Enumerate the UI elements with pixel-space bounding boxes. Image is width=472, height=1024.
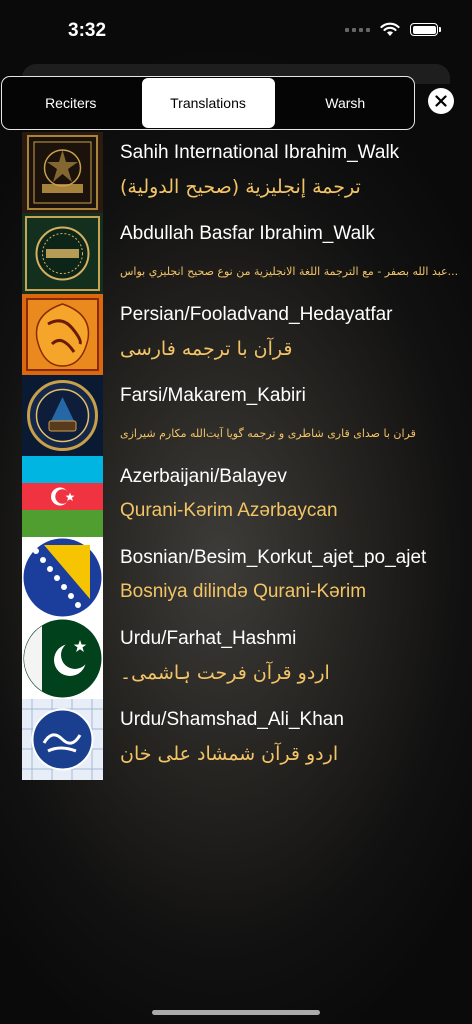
tarjuma-quran-thumbnail bbox=[22, 699, 103, 780]
item-title: Urdu/Shamshad_Ali_Khan bbox=[120, 709, 344, 730]
item-title: Sahih International Ibrahim_Walk bbox=[120, 142, 400, 163]
item-title: Persian/Fooladvand_Hedayatfar bbox=[120, 304, 393, 325]
quran-cover-thumbnail bbox=[22, 132, 103, 213]
item-title: Farsi/Makarem_Kabiri bbox=[120, 385, 306, 406]
tab-warsh[interactable]: Warsh bbox=[277, 77, 415, 129]
list-item[interactable]: Azerbaijani/Balayev Qurani-Kərim Azərbay… bbox=[22, 456, 472, 537]
list-item[interactable]: Persian/Fooladvand_Hedayatfar قرآن با تر… bbox=[22, 294, 472, 375]
item-subtitle: Qurani-Kərim Azərbaycan bbox=[120, 500, 338, 521]
close-icon bbox=[435, 95, 447, 107]
translations-list: Sahih International Ibrahim_Walk ترجمة إ… bbox=[22, 132, 472, 780]
home-indicator bbox=[152, 1010, 320, 1015]
list-item[interactable]: Farsi/Makarem_Kabiri قران با صدای قاری ش… bbox=[22, 375, 472, 456]
item-subtitle: ترجمة إنجليزية (صحيح الدولية) bbox=[120, 176, 361, 198]
wifi-icon bbox=[380, 22, 400, 36]
status-icons bbox=[345, 22, 441, 37]
item-subtitle: اردو قرآن شمشاد علی خان bbox=[120, 743, 339, 765]
item-title: Azerbaijani/Balayev bbox=[120, 466, 287, 487]
item-title: Urdu/Farhat_Hashmi bbox=[120, 628, 297, 649]
bosnia-flag-thumbnail bbox=[22, 537, 103, 618]
item-subtitle: قران با صدای قاری شاطری و ترجمه گویا آیت… bbox=[120, 427, 416, 440]
noble-quran-thumbnail bbox=[22, 213, 103, 294]
tab-segmented-control: Reciters Translations Warsh bbox=[1, 76, 415, 130]
pakistan-flag-thumbnail bbox=[22, 618, 103, 699]
item-title: Bosnian/Besim_Korkut_ajet_po_ajet bbox=[120, 547, 427, 568]
tab-translations[interactable]: Translations bbox=[141, 78, 275, 128]
list-item[interactable]: Abdullah Basfar Ibrahim_Walk عبد الله بص… bbox=[22, 213, 472, 294]
azerbaijan-flag-thumbnail bbox=[22, 456, 103, 537]
list-item[interactable]: Sahih International Ibrahim_Walk ترجمة إ… bbox=[22, 132, 472, 213]
close-button[interactable] bbox=[428, 88, 454, 114]
item-subtitle: عبد الله بصفر - مع الترجمة اللغة الانجلي… bbox=[120, 265, 459, 278]
item-subtitle: Bosniya dilində Qurani-Kərim bbox=[120, 581, 367, 602]
status-bar: 3:32 bbox=[0, 0, 472, 64]
persian-calligraphy-thumbnail bbox=[22, 294, 103, 375]
cellular-signal-icon bbox=[345, 27, 370, 32]
list-item[interactable]: Urdu/Farhat_Hashmi اردو قرآن فرحت ہاشمی۔ bbox=[22, 618, 472, 699]
item-subtitle: اردو قرآن فرحت ہاشمی۔ bbox=[120, 662, 330, 684]
list-item[interactable]: Bosnian/Besim_Korkut_ajet_po_ajet Bosniy… bbox=[22, 537, 472, 618]
item-title: Abdullah Basfar Ibrahim_Walk bbox=[120, 223, 375, 244]
status-time: 3:32 bbox=[68, 20, 107, 41]
tab-reciters[interactable]: Reciters bbox=[2, 77, 140, 129]
item-subtitle: قرآن با ترجمه فارسی bbox=[120, 338, 293, 360]
battery-icon bbox=[410, 23, 441, 36]
list-item[interactable]: Urdu/Shamshad_Ali_Khan اردو قرآن شمشاد ع… bbox=[22, 699, 472, 780]
illuminated-quran-thumbnail bbox=[22, 375, 103, 456]
